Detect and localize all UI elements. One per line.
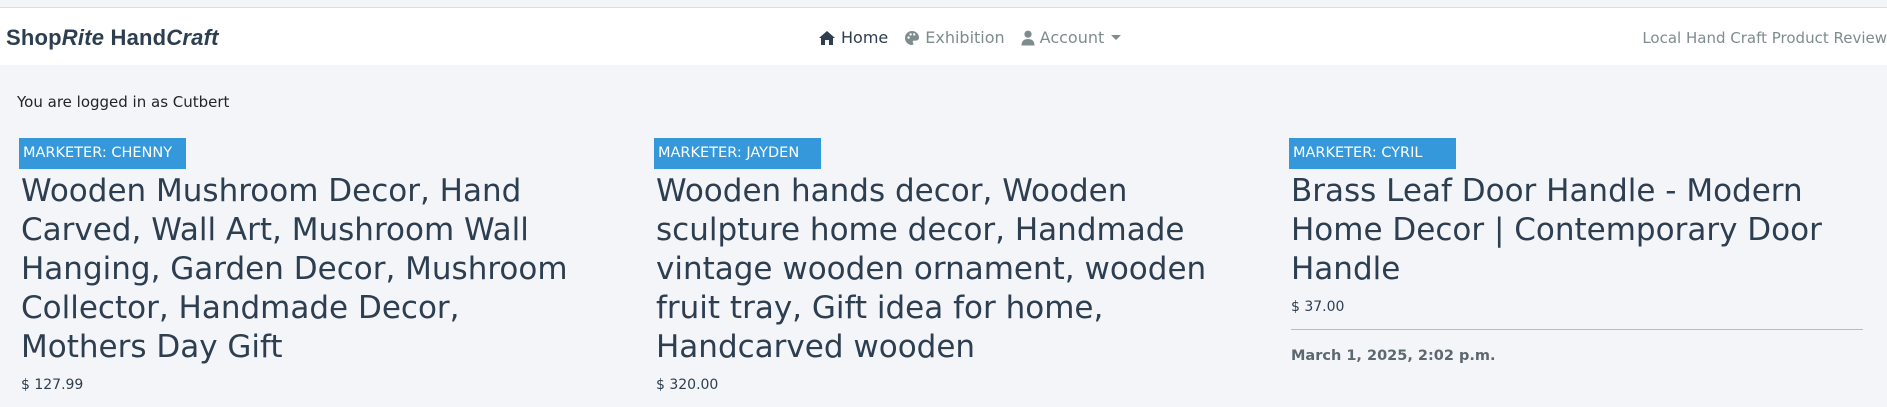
chevron-down-icon xyxy=(1111,35,1122,40)
nav-item-account-label: Account xyxy=(1039,28,1105,47)
nav-item-home[interactable]: Home xyxy=(818,28,888,47)
home-icon xyxy=(819,30,835,45)
divider xyxy=(1291,329,1863,330)
palette-icon xyxy=(905,30,920,45)
brand-logo[interactable]: ShopRite HandCraft xyxy=(6,25,219,51)
nav-item-exhibition-label: Exhibition xyxy=(925,28,1005,47)
product-card: MARKETER: JAYDEN Wooden hands decor, Woo… xyxy=(654,138,1214,393)
user-icon xyxy=(1021,30,1035,45)
product-card: MARKETER: CYRIL Brass Leaf Door Handle -… xyxy=(1289,138,1863,364)
nav-item-exhibition[interactable]: Exhibition xyxy=(904,28,1005,47)
product-title[interactable]: Wooden Mushroom Decor, Hand Carved, Wall… xyxy=(21,172,579,367)
product-price: $ 127.99 xyxy=(21,377,84,393)
product-date: March 1, 2025, 2:02 p.m. xyxy=(1291,348,1496,364)
nav-item-account[interactable]: Account xyxy=(1021,28,1122,47)
product-price: $ 320.00 xyxy=(656,377,719,393)
marketer-badge[interactable]: MARKETER: CHENNY xyxy=(19,138,186,169)
brand-part-rite: Rite xyxy=(61,25,105,50)
nav-item-home-label: Home xyxy=(841,28,889,47)
marketer-badge[interactable]: MARKETER: JAYDEN xyxy=(654,138,821,169)
navbar: ShopRite HandCraft Home Exhibition Accou… xyxy=(0,8,1887,65)
brand-part-craft: Craft xyxy=(166,25,219,50)
product-title[interactable]: Wooden hands decor, Wooden sculpture hom… xyxy=(656,172,1214,367)
marketer-badge[interactable]: MARKETER: CYRIL xyxy=(1289,138,1456,169)
product-card: MARKETER: CHENNY Wooden Mushroom Decor, … xyxy=(19,138,579,393)
product-title[interactable]: Brass Leaf Door Handle - Modern Home Dec… xyxy=(1291,172,1849,289)
site-tagline: Local Hand Craft Product Review xyxy=(1642,29,1887,47)
product-price: $ 37.00 xyxy=(1291,299,1345,315)
login-status: You are logged in as Cutbert xyxy=(17,93,230,111)
brand-part-shop: Shop xyxy=(6,25,62,50)
brand-part-hand: Hand xyxy=(104,25,167,50)
nav-links: Home Exhibition Account xyxy=(818,28,1137,47)
